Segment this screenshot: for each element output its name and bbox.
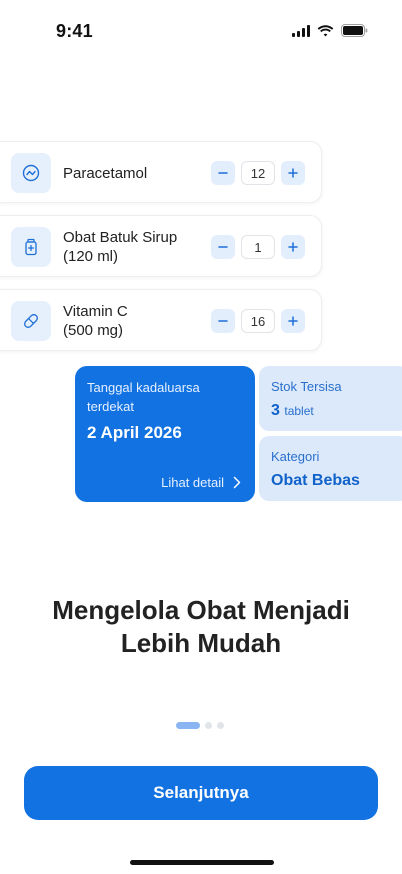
- expiry-label: Tanggal kadaluarsa terdekat: [87, 380, 200, 414]
- battery-icon: [341, 24, 368, 37]
- pill-tablet-icon: [11, 153, 51, 193]
- medicine-name: Obat Batuk Sirup (120 ml): [63, 229, 178, 265]
- page-dot: [205, 722, 212, 729]
- category-card: Kategori Obat Bebas: [259, 436, 402, 501]
- next-button[interactable]: Selanjutnya: [24, 766, 378, 820]
- stock-value: 3 tablet: [271, 402, 314, 420]
- stock-card: Stok Tersisa 3 tablet: [259, 366, 402, 431]
- onboarding-headline: Mengelola Obat Menjadi Lebih Mudah: [52, 595, 350, 658]
- wifi-icon: [317, 24, 334, 36]
- medicine-card-cough-syrup[interactable]: Obat Batuk Sirup (120 ml) 1: [0, 215, 322, 277]
- minus-icon: [218, 320, 228, 322]
- quantity-stepper: 16: [211, 309, 305, 333]
- category-label: Kategori: [271, 449, 320, 464]
- quantity-stepper: 12: [211, 161, 305, 185]
- quantity-stepper: 1: [211, 235, 305, 259]
- page-dot: [217, 722, 224, 729]
- medicine-card-paracetamol[interactable]: Paracetamol 12: [0, 141, 322, 203]
- status-time: 9:41: [56, 21, 93, 41]
- stock-unit: tablet: [284, 404, 314, 418]
- page-dot-active: [176, 722, 200, 729]
- capsule-icon: [11, 301, 51, 341]
- minus-icon: [218, 246, 228, 248]
- stock-count: 3: [271, 402, 280, 419]
- home-indicator: [130, 860, 274, 865]
- medicine-name: Paracetamol: [63, 165, 148, 182]
- medicine-card-vitamin-c[interactable]: Vitamin C (500 mg) 16: [0, 289, 322, 351]
- stock-label: Stok Tersisa: [271, 379, 342, 394]
- decrement-button[interactable]: [211, 309, 235, 333]
- decrement-button[interactable]: [211, 235, 235, 259]
- status-icons: [292, 24, 368, 37]
- increment-button[interactable]: [281, 309, 305, 333]
- syrup-bottle-icon: [11, 227, 51, 267]
- status-bar: 9:41: [0, 0, 402, 64]
- expiry-card[interactable]: Tanggal kadaluarsa terdekat 2 April 2026…: [75, 366, 255, 502]
- category-value: Obat Bebas: [271, 472, 360, 489]
- increment-button[interactable]: [281, 235, 305, 259]
- decrement-button[interactable]: [211, 161, 235, 185]
- expiry-date: 2 April 2026: [87, 423, 182, 442]
- cellular-signal-icon: [292, 24, 310, 37]
- pagination-dots: [176, 722, 224, 729]
- view-detail-label: Lihat detail: [161, 475, 224, 490]
- plus-icon: [288, 316, 298, 326]
- minus-icon: [218, 172, 228, 174]
- view-detail-link[interactable]: Lihat detail: [161, 475, 241, 490]
- increment-button[interactable]: [281, 161, 305, 185]
- quantity-value[interactable]: 12: [241, 161, 275, 185]
- quantity-value[interactable]: 1: [241, 235, 275, 259]
- medicine-name: Vitamin C (500 mg): [63, 303, 128, 339]
- quantity-value[interactable]: 16: [241, 309, 275, 333]
- chevron-right-icon: [233, 476, 241, 489]
- plus-icon: [288, 242, 298, 252]
- plus-icon: [288, 168, 298, 178]
